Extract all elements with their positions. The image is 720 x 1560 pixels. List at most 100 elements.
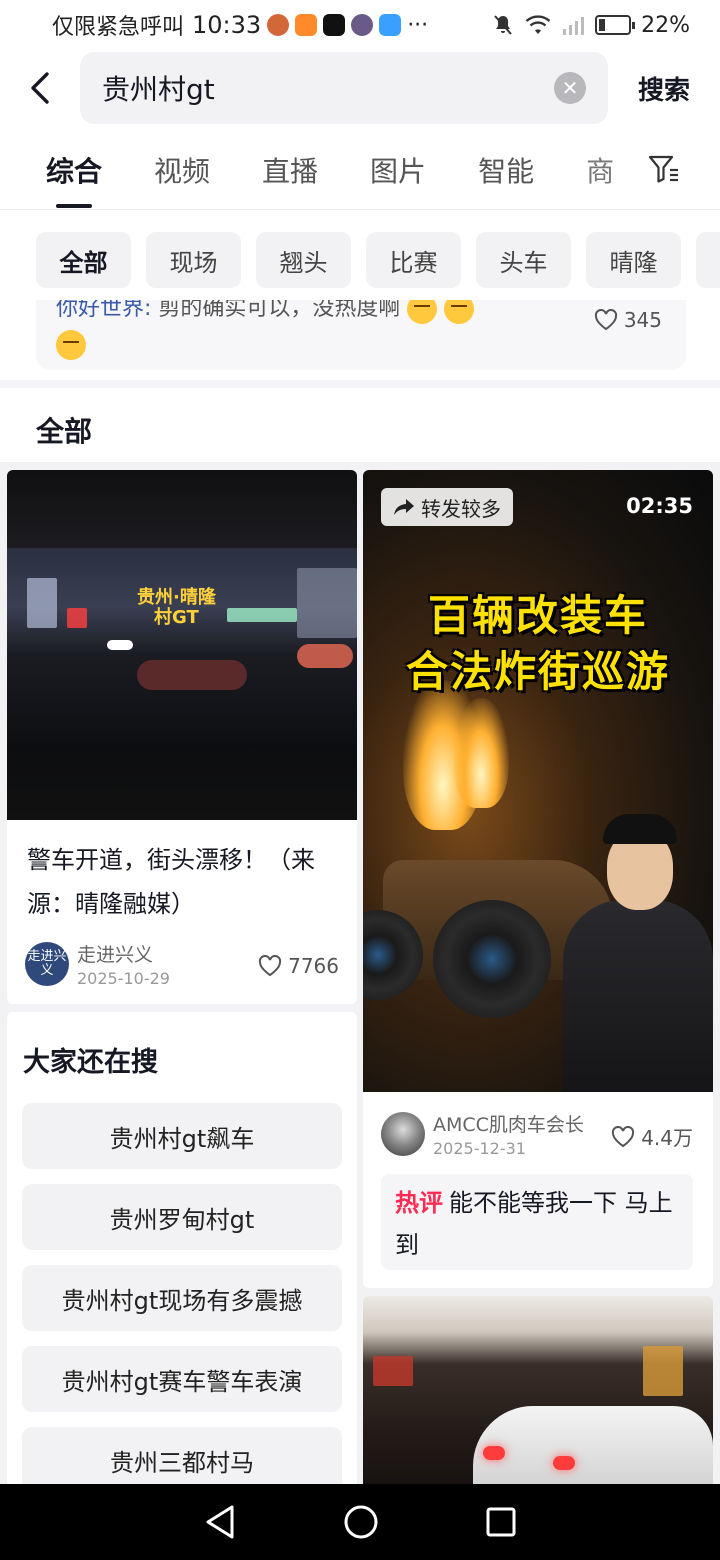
hot-comment[interactable]: 热评 能不能等我一下 马上到 [381,1174,693,1270]
clear-icon[interactable]: ✕ [554,72,586,104]
thumbnail-caption: 贵州·晴隆 村GT [137,588,216,628]
author-meta[interactable]: 走进兴义 走进兴义 2025-10-29 [25,940,170,988]
hot-comment-tag: 热评 [395,1189,443,1217]
car-light [553,1456,575,1470]
status-time: 10:33 [192,11,262,39]
tab-live[interactable]: 直播 [262,150,318,190]
video-card[interactable]: 贵州·晴隆 村GT 警车开道，街头漂移！（来源：晴隆融媒） 走进兴义 走进兴义 … [7,470,357,1004]
tab-comprehensive[interactable]: 综合 [46,150,102,208]
video-thumbnail: 贵州·晴隆 村GT [7,470,357,820]
tab-smart[interactable]: 智能 [478,150,534,190]
filter-icon[interactable] [648,154,680,184]
section-title: 全部 [36,415,93,448]
video-title: 警车开道，街头漂移！（来源：晴隆融媒） [27,846,315,918]
comment-card[interactable]: 你好世界: 剪的确实可以，没热度啊 345 [36,300,686,370]
related-search-item[interactable]: 贵州村gt赛车警车表演 [22,1346,342,1412]
video-card[interactable]: 转发较多 02:35 百辆改装车 合法炸街巡游 AMCC肌肉车会长 2025-1… [363,470,713,1288]
chevron-left-icon [31,72,49,104]
person-illustration [563,900,713,1092]
search-input[interactable]: 贵州村gt ✕ [80,52,608,124]
chip-race[interactable]: 比赛 [366,232,461,288]
comment-user: 你好世界: [56,300,152,321]
recents-square-icon[interactable] [485,1506,517,1538]
status-bar: 仅限紧急呼叫 10:33 ··· 22% [0,0,720,50]
video-app-icon [295,14,318,36]
back-button[interactable] [0,50,80,126]
related-search-item[interactable]: 贵州罗甸村gt [22,1184,342,1250]
notification-app-icon [351,14,374,36]
repost-badge: 转发较多 [381,488,513,526]
chip-all[interactable]: 全部 [36,232,131,288]
related-search-item[interactable]: 贵州三都村马 [22,1427,342,1492]
heart-icon [612,1125,635,1147]
chip-overflow[interactable] [696,232,720,288]
related-search-title: 大家还在搜 [23,1047,158,1078]
system-nav-bar [0,1484,720,1560]
section-divider [0,380,720,388]
flame-effect [453,698,509,808]
filter-chips: 全部 现场 翘头 比赛 头车 晴隆 [36,232,720,288]
wheel-illustration [433,900,551,1018]
like-count: 4.4万 [641,1126,693,1150]
chip-lead-car[interactable]: 头车 [476,232,571,288]
notification-app-icon [267,14,290,36]
related-search-card: 大家还在搜 贵州村gt飙车 贵州罗甸村gt 贵州村gt现场有多震撼 贵州村gt赛… [7,1012,357,1492]
tab-video[interactable]: 视频 [154,150,210,190]
tiktok-icon [323,14,346,36]
battery-percent: 22% [641,12,690,38]
author-name: 走进兴义 [77,944,154,966]
thumbnail-caption-line: 百辆改装车 [427,591,648,640]
like-count: 7766 [288,954,339,978]
thumbnail-caption-line: 贵州·晴隆 [137,587,216,608]
tab-shop[interactable]: 商 [586,150,614,190]
search-button[interactable]: 搜索 [608,70,720,107]
avatar [381,1112,425,1156]
chip-qinglong[interactable]: 晴隆 [586,232,681,288]
more-notifications: ··· [407,12,429,38]
author-meta[interactable]: AMCC肌肉车会长 2025-12-31 [381,1110,584,1158]
mute-icon [494,15,512,35]
laugh-cry-emoji-icon [444,300,475,324]
like-button[interactable]: 7766 [258,954,339,978]
avatar: 走进兴义 [25,942,69,986]
video-thumbnail: 转发较多 02:35 百辆改装车 合法炸街巡游 [363,470,713,1092]
share-arrow-icon [394,499,414,515]
back-triangle-icon[interactable] [203,1504,237,1540]
thumbnail-caption: 百辆改装车 合法炸街巡游 [363,588,713,700]
video-duration: 02:35 [626,494,693,518]
chip-scene[interactable]: 现场 [146,232,241,288]
laugh-cry-emoji-icon [407,300,438,324]
comment-body: 剪的确实可以，没热度啊 [158,300,401,321]
carrier-text: 仅限紧急呼叫 [52,15,185,40]
related-search-item[interactable]: 贵州村gt飙车 [22,1103,342,1169]
repost-badge-text: 转发较多 [421,496,501,521]
chip-wheelie[interactable]: 翘头 [256,232,351,288]
cloud-app-icon [379,14,402,36]
comment-like-count: 345 [623,308,662,332]
like-button[interactable]: 4.4万 [611,1122,693,1151]
signal-icon [563,17,585,35]
car-illustration [473,1406,713,1496]
post-date: 2025-10-29 [77,969,170,988]
category-tabs: 综合 视频 直播 图片 智能 商 [0,130,720,210]
night-street-scene [7,548,357,744]
tab-images[interactable]: 图片 [370,150,426,190]
video-card[interactable] [363,1296,713,1496]
car-light [483,1446,505,1460]
comment-text: 你好世界: 剪的确实可以，没热度啊 [56,300,475,360]
battery-icon [595,15,636,35]
author-name: AMCC肌肉车会长 [433,1114,584,1136]
post-date: 2025-12-31 [433,1139,526,1158]
wifi-icon [525,15,551,34]
heart-icon [594,309,617,331]
video-thumbnail [363,1296,713,1496]
heart-icon [259,955,282,977]
thumbnail-caption-line: 村GT [154,607,199,628]
laugh-cry-emoji-icon [56,330,86,360]
person-illustration [603,814,677,844]
search-header: 贵州村gt ✕ 搜索 [0,50,720,126]
related-search-item[interactable]: 贵州村gt现场有多震撼 [22,1265,342,1331]
comment-like-button[interactable]: 345 [594,308,662,332]
search-query-text: 贵州村gt [102,73,215,106]
home-circle-icon[interactable] [343,1504,379,1540]
